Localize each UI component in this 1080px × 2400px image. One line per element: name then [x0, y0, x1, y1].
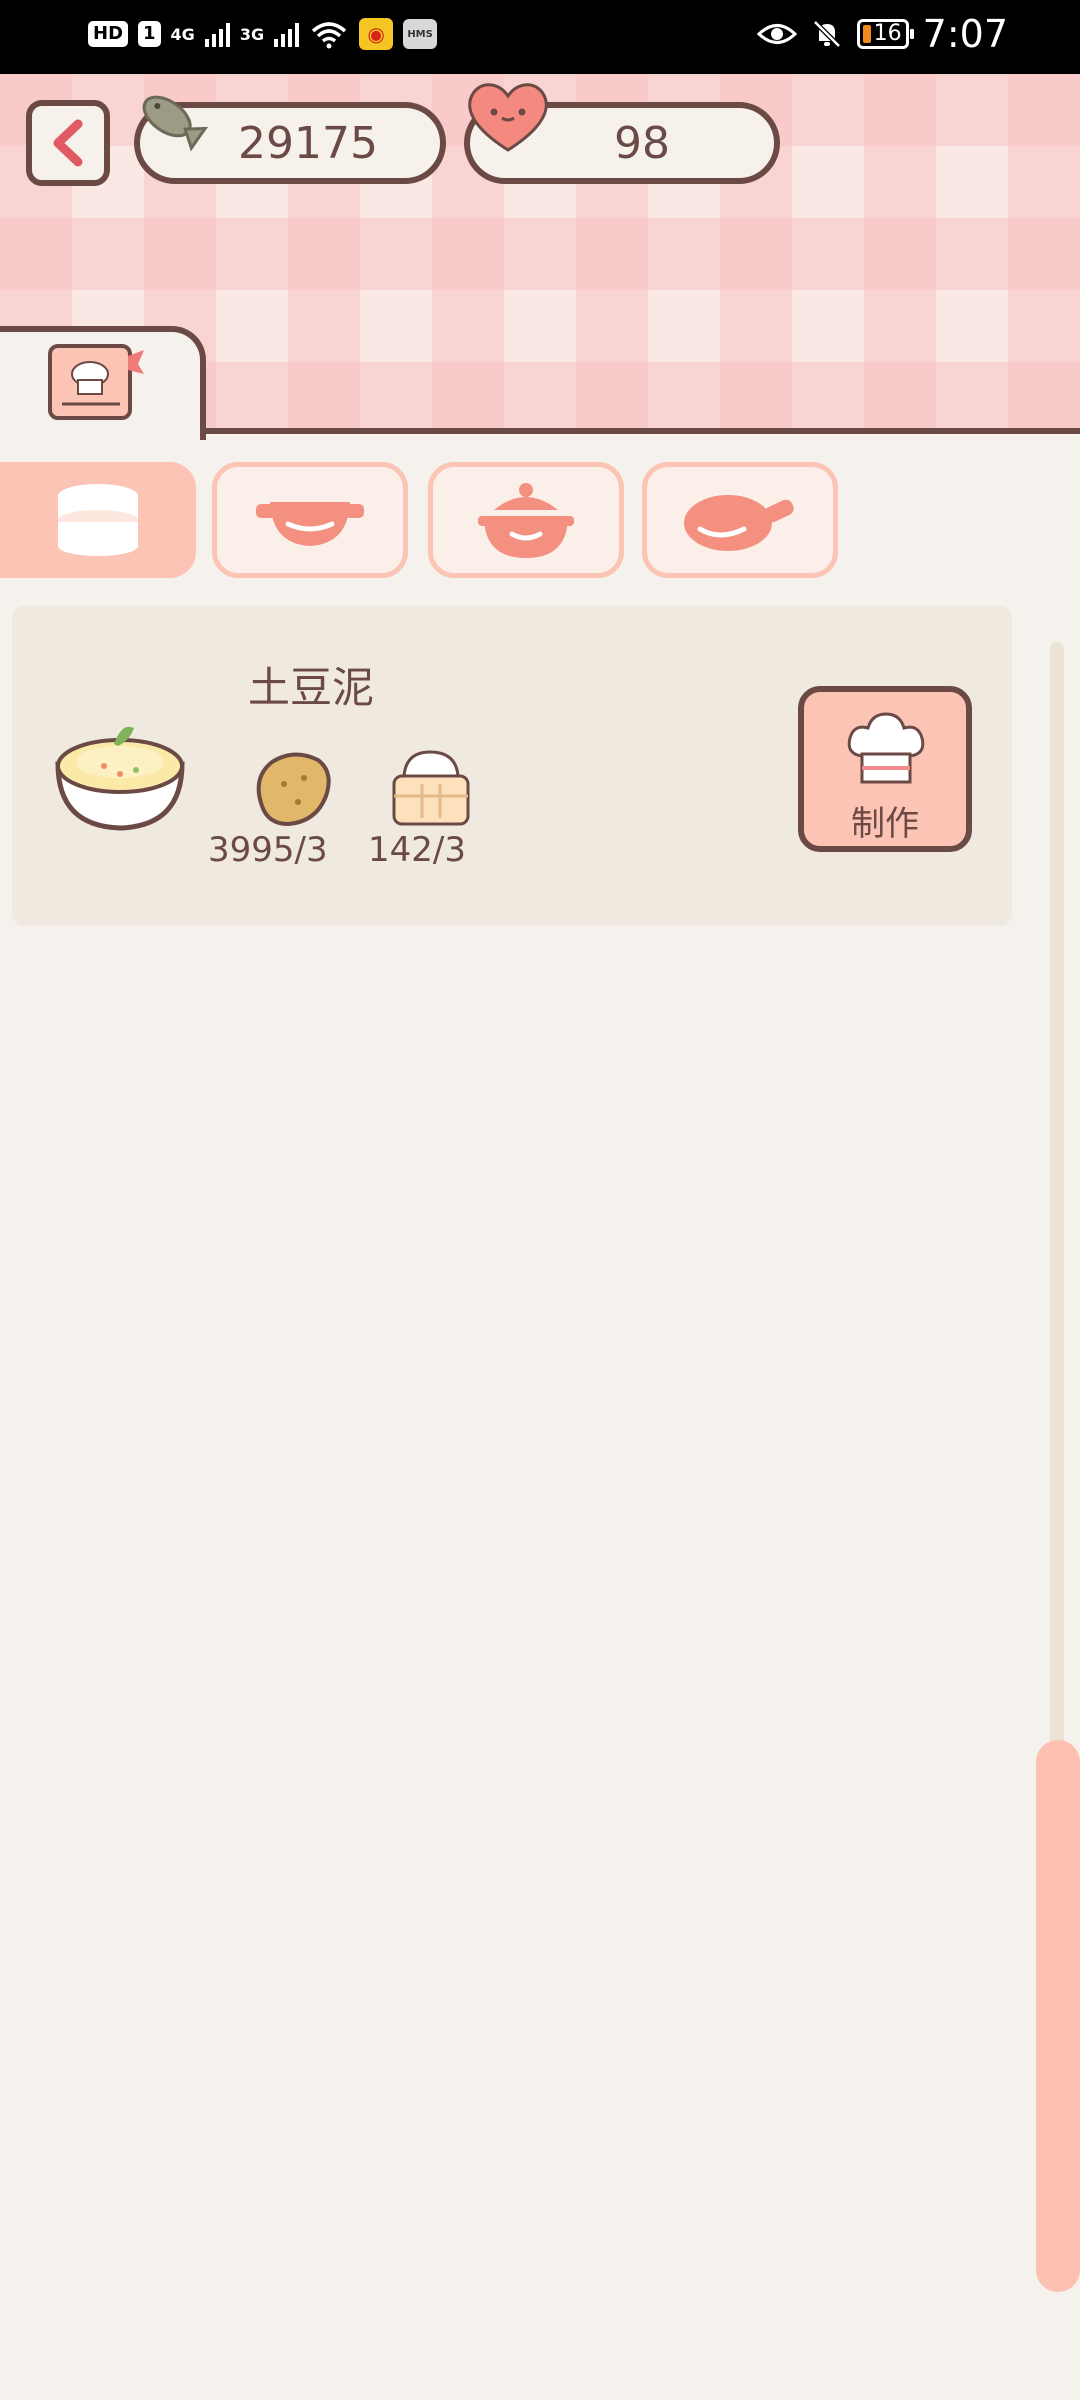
tab-frying-pan[interactable]	[642, 462, 838, 578]
sim-badge: 1	[138, 21, 161, 47]
tab-steamer[interactable]	[0, 462, 196, 578]
rice-steamer-icon	[392, 750, 470, 826]
heart-currency-value: 98	[614, 117, 670, 169]
hd-badge: HD	[88, 21, 129, 47]
make-button-label: 制作	[851, 804, 919, 844]
weibo-icon: ◉	[359, 18, 394, 50]
pot-icon	[478, 483, 574, 558]
signal-icon	[204, 21, 230, 47]
tab-divider	[200, 428, 1080, 434]
status-right: 16 7:07	[756, 12, 1008, 56]
make-button[interactable]: 制作	[798, 686, 972, 852]
tab-wok[interactable]	[212, 462, 408, 578]
mute-bell-icon	[812, 20, 841, 48]
potato-count: 3995/3	[208, 830, 328, 870]
back-button[interactable]	[26, 100, 110, 186]
battery-level: 16	[873, 21, 902, 46]
wifi-icon	[311, 22, 347, 49]
fish-icon	[142, 95, 209, 152]
potato-icon	[256, 752, 331, 827]
hms-icon: HMS	[403, 19, 438, 49]
recipe-name: 土豆泥	[248, 663, 375, 712]
chef-hat-icon	[847, 712, 925, 784]
heart-icon	[468, 83, 548, 152]
network-type-1: 4G	[170, 24, 195, 44]
status-left: HD 1 4G 3G ◉ HMS	[88, 18, 438, 50]
recipe-book-icon	[48, 344, 144, 420]
tab-pot[interactable]	[428, 462, 624, 578]
fish-currency-value: 29175	[238, 117, 378, 169]
clock: 7:07	[922, 12, 1008, 56]
wok-icon	[256, 502, 364, 546]
frying-pan-icon	[684, 495, 794, 551]
mashed-potato-dish-icon	[55, 726, 185, 831]
eye-icon	[756, 24, 797, 44]
network-type-2: 3G	[239, 24, 265, 44]
scrollbar-thumb[interactable]	[1036, 1740, 1080, 2292]
steamer-icon	[58, 484, 138, 556]
back-arrow-icon	[53, 119, 83, 167]
recipe-card[interactable]: 土豆泥 3995/3 142/3 制作	[12, 606, 1012, 926]
battery-icon: 16	[856, 19, 914, 49]
signal-icon-2	[274, 21, 300, 47]
rice-count: 142/3	[368, 830, 466, 870]
status-bar: HD 1 4G 3G ◉ HMS 16 7:07	[0, 0, 1080, 74]
